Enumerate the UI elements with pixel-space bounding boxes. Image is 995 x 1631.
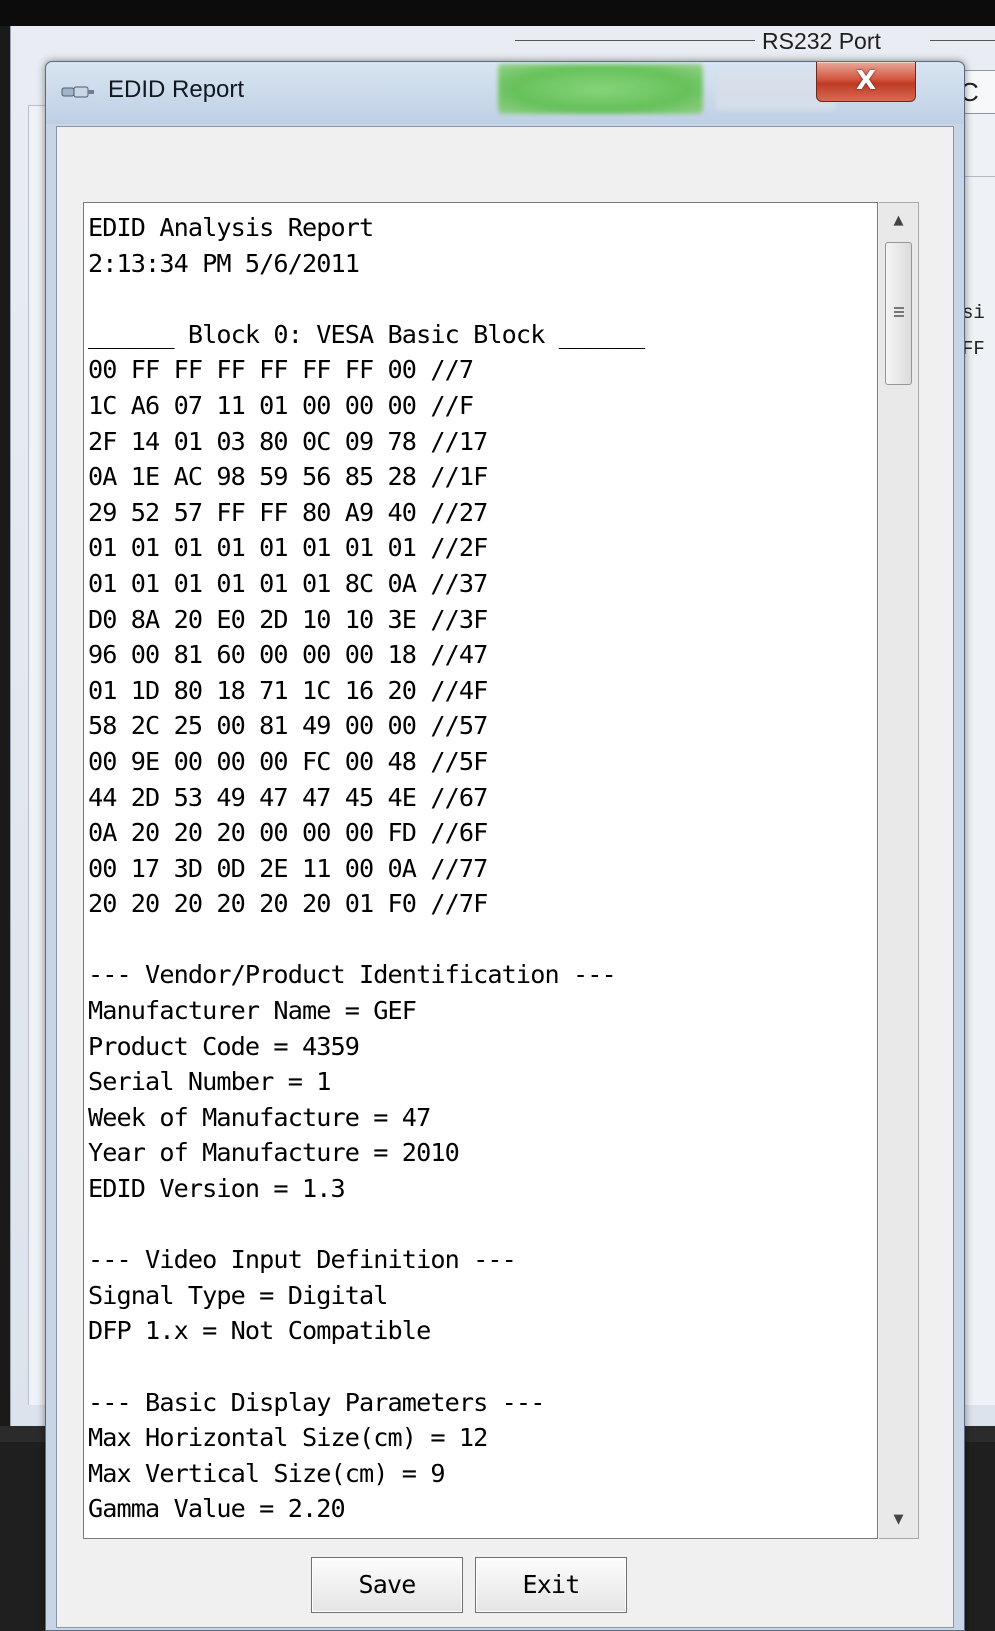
report-line: Serial Number = 1 — [88, 1067, 331, 1097]
close-button[interactable]: X — [816, 62, 916, 102]
report-line: EDID Analysis Report — [88, 213, 374, 242]
report-line: 00 17 3D 0D 2E 11 00 0A //77 — [88, 853, 488, 883]
report-line: Week of Manufacture = 47 — [88, 1102, 431, 1132]
vertical-scrollbar[interactable]: ▲ ▼ — [879, 202, 919, 1539]
report-text-area[interactable]: EDID Analysis Report 2:13:34 PM 5/6/2011 … — [83, 202, 878, 1539]
report-line: D0 8A 20 E0 2D 10 10 3E //3F — [88, 604, 488, 634]
background-divider — [965, 176, 995, 177]
report-line: Signal Type = Digital — [88, 1280, 388, 1310]
report-line: Manufacturer Name = GEF — [88, 996, 417, 1026]
report-line: 44 2D 53 49 47 47 45 4E //67 — [88, 782, 488, 812]
report-line: 29 52 57 FF FF 80 A9 40 //27 — [88, 497, 488, 527]
report-line: ______ Block 0: VESA Basic Block ______ — [88, 319, 645, 349]
report-line: 00 9E 00 00 00 FC 00 48 //5F — [88, 746, 488, 776]
report-line: EDID Version = 1.3 — [88, 1174, 346, 1204]
report-line — [88, 1207, 644, 1243]
report-line: Max Horizontal Size(cm) = 12 — [88, 1423, 488, 1453]
dialog-title: EDID Report — [108, 76, 245, 103]
connector-icon — [61, 86, 94, 98]
report-line: 00 FF FF FF FF FF FF 00 //7 — [88, 355, 474, 385]
background-connect-button — [498, 64, 703, 114]
grip-icon — [894, 307, 904, 317]
report-line — [88, 281, 644, 317]
dialog-title-bar[interactable]: EDID Report X — [46, 62, 964, 124]
edid-report-dialog: EDID Report X EDID Analysis Report 2:13:3… — [45, 61, 965, 1631]
report-line: Product Code = 4359 — [88, 1031, 360, 1061]
report-line: 2:13:34 PM 5/6/2011 — [88, 248, 360, 278]
group-divider-left — [515, 40, 755, 41]
save-button[interactable]: Save — [311, 1557, 463, 1613]
report-line: Year of Manufacture = 2010 — [88, 1138, 460, 1168]
report-line: 01 01 01 01 01 01 8C 0A //37 — [88, 568, 488, 598]
scroll-up-arrow-icon[interactable]: ▲ — [879, 203, 918, 239]
report-line — [88, 1349, 644, 1385]
exit-button[interactable]: Exit — [475, 1557, 627, 1613]
close-icon: X — [855, 65, 877, 96]
report-line: 01 01 01 01 01 01 01 01 //2F — [88, 533, 488, 563]
report-line: 1C A6 07 11 01 00 00 00 //F — [88, 390, 474, 420]
report-text: EDID Analysis Report 2:13:34 PM 5/6/2011 … — [88, 210, 645, 1527]
background-top-bar — [0, 0, 995, 26]
dialog-client-area: EDID Analysis Report 2:13:34 PM 5/6/2011 … — [56, 126, 954, 1628]
background-left-edge — [0, 26, 10, 1631]
group-divider-right — [930, 40, 995, 41]
report-line: Gamma Value = 2.20 — [88, 1494, 346, 1524]
scroll-down-arrow-icon[interactable]: ▼ — [879, 1502, 918, 1538]
report-line: 58 2C 25 00 81 49 00 00 //57 — [88, 711, 488, 741]
report-line: 2F 14 01 03 80 0C 09 78 //17 — [88, 426, 488, 456]
report-line: DFP 1.x = Not Compatible — [88, 1316, 431, 1346]
scroll-thumb[interactable] — [885, 242, 912, 385]
report-line: --- Video Input Definition --- — [88, 1245, 517, 1275]
background-partial-text: FF — [962, 338, 985, 360]
background-partial-text: si — [962, 302, 985, 324]
rs232-port-group-label: RS232 Port — [762, 28, 881, 54]
report-line: 96 00 81 60 00 00 00 18 //47 — [88, 640, 488, 670]
report-line — [88, 922, 644, 958]
report-line: 0A 20 20 20 00 00 00 FD //6F — [88, 818, 488, 848]
report-line: 0A 1E AC 98 59 56 85 28 //1F — [88, 462, 488, 492]
report-line: --- Basic Display Parameters --- — [88, 1387, 545, 1417]
report-line: --- Vendor/Product Identification --- — [88, 960, 617, 990]
report-line: 20 20 20 20 20 20 01 F0 //7F — [88, 889, 488, 919]
report-line: 01 1D 80 18 71 1C 16 20 //4F — [88, 675, 488, 705]
report-line: Max Vertical Size(cm) = 9 — [88, 1458, 446, 1488]
